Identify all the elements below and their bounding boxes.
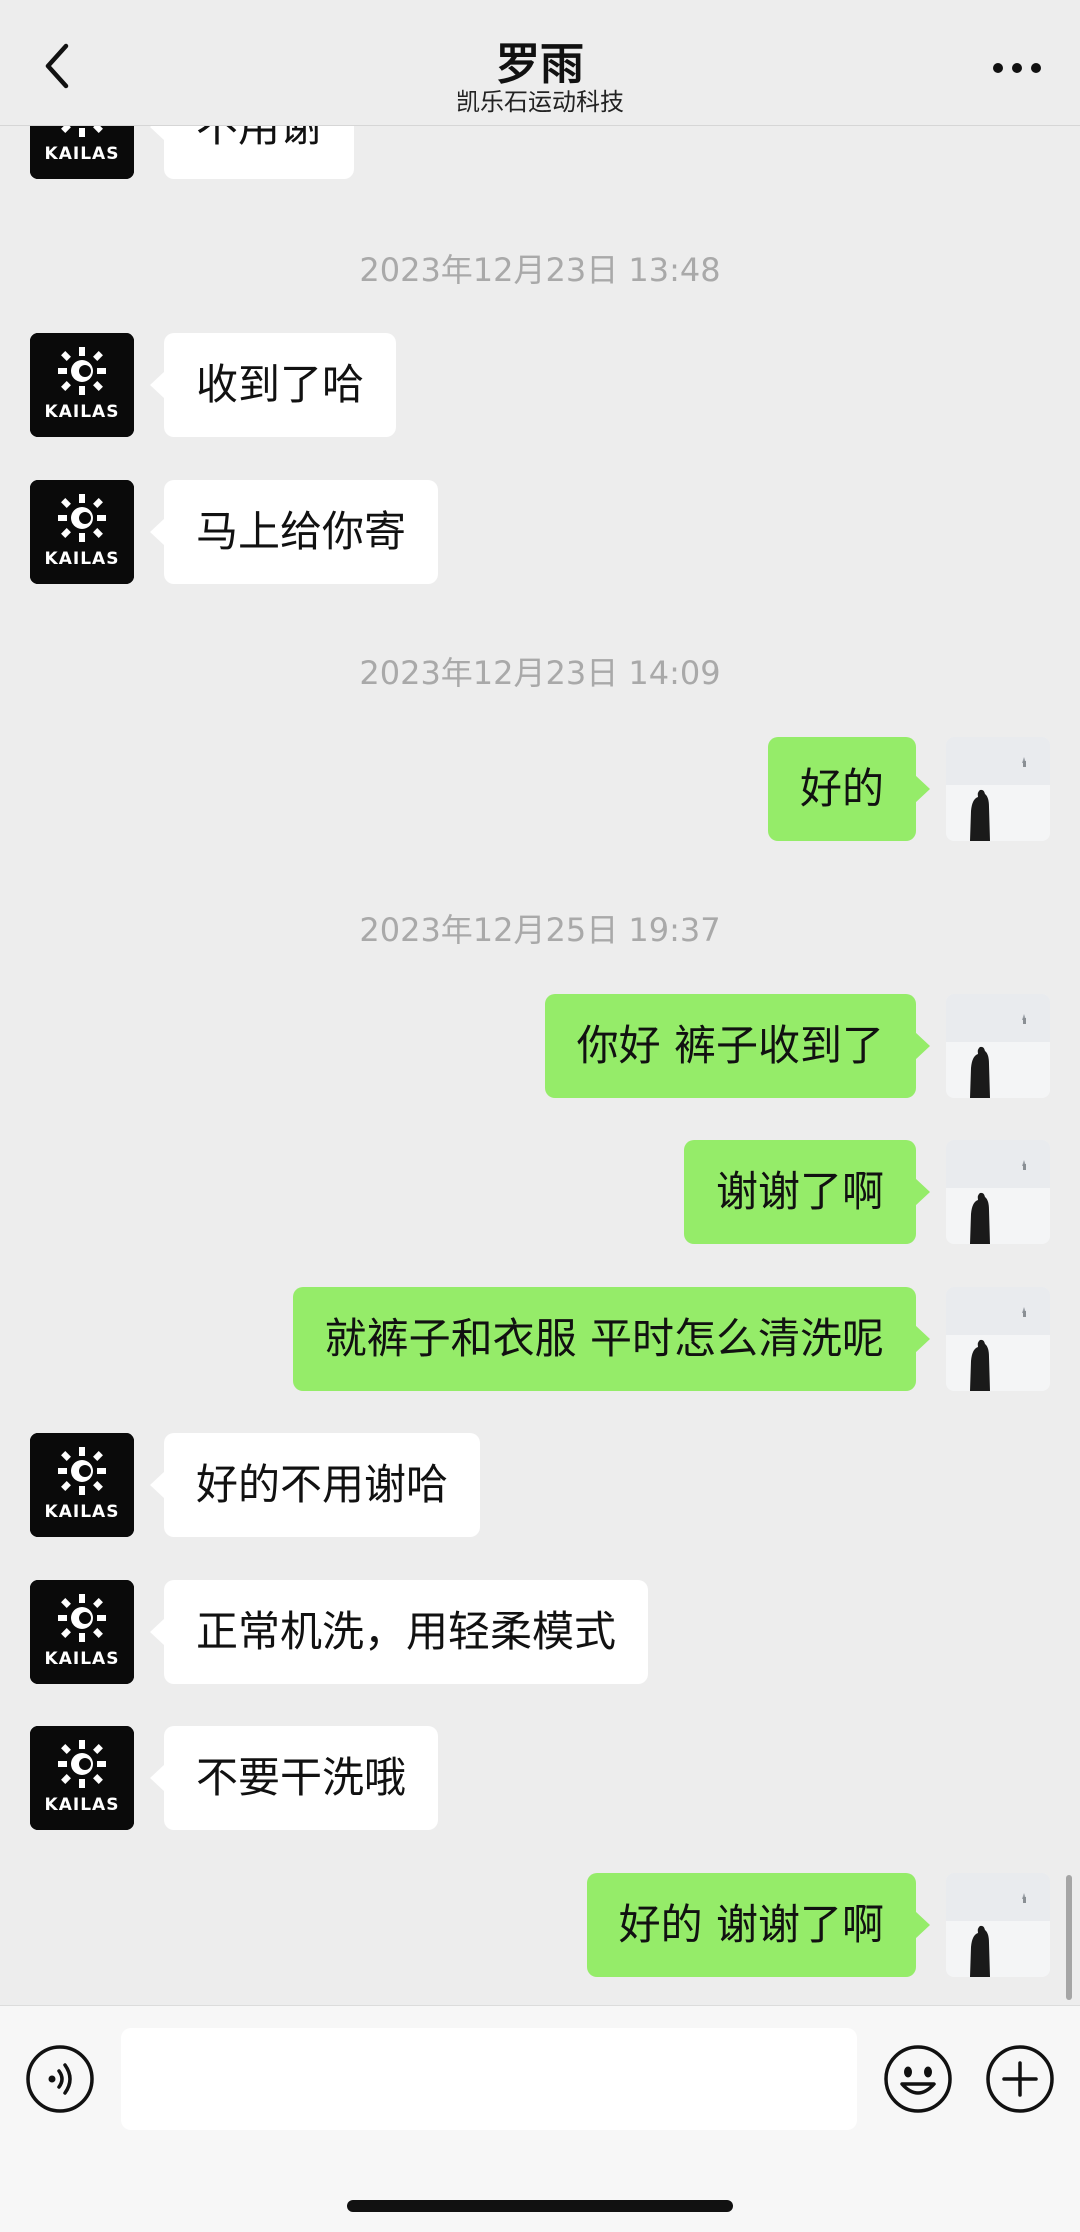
contact-avatar[interactable] [30,1726,134,1830]
user-avatar[interactable] [946,994,1050,1098]
contact-avatar[interactable] [30,333,134,437]
message-row-outgoing: 谢谢了啊 [0,1140,1080,1244]
more-dots-icon [992,59,1042,78]
plus-button[interactable] [985,2044,1055,2114]
plus-icon [985,2045,1055,2118]
contact-avatar[interactable] [30,1580,134,1684]
user-avatar[interactable] [946,737,1050,841]
message-row-incoming: 好的不用谢哈 [0,1433,1080,1537]
message-row-outgoing: 你好 裤子收到了 [0,994,1080,1098]
message-row-incoming: 马上给你寄 [0,480,1080,584]
contact-avatar[interactable] [30,480,134,584]
contact-avatar[interactable] [30,1433,134,1537]
message-bubble[interactable]: 你好 裤子收到了 [544,994,931,1098]
timestamp: 2023年12月25日 19:37 [359,911,721,949]
chat-subtitle: 凯乐石运动科技 [456,88,624,116]
user-avatar[interactable] [946,1140,1050,1244]
message-row-incoming: 不要干洗哦 [0,1726,1080,1830]
voice-icon [25,2045,95,2118]
message-bubble[interactable]: 谢谢了啊 [683,1140,931,1244]
message-row-outgoing: 好的 [0,737,1080,841]
user-avatar[interactable] [946,1287,1050,1391]
home-indicator[interactable] [347,2200,733,2212]
emoji-icon [883,2045,953,2118]
user-avatar[interactable] [946,1873,1050,1977]
message-bubble[interactable]: 马上给你寄 [149,480,439,584]
chat-header: 罗雨 凯乐石运动科技 [0,0,1080,126]
input-bar [0,2005,1080,2232]
voice-button[interactable] [25,2044,95,2114]
timestamp: 2023年12月23日 14:09 [359,654,721,692]
message-row-incoming: 收到了哈 [0,333,1080,437]
message-bubble[interactable]: 正常机洗，用轻柔模式 [149,1580,649,1684]
message-bubble[interactable]: 好的 [767,737,931,841]
more-button[interactable] [982,46,1052,90]
message-row-outgoing: 好的 谢谢了啊 [0,1873,1080,1977]
scrollbar[interactable] [1066,1875,1072,2000]
timestamp: 2023年12月23日 13:48 [359,251,721,289]
emoji-button[interactable] [883,2044,953,2114]
message-input[interactable] [121,2028,857,2130]
message-row-outgoing: 就裤子和衣服 平时怎么清洗呢 [0,1287,1080,1391]
message-bubble[interactable]: 好的 谢谢了啊 [586,1873,931,1977]
message-row-incoming: 正常机洗，用轻柔模式 [0,1580,1080,1684]
chat-area[interactable]: 不用谢 2023年12月23日 13:48 收到了哈 马上给你寄 2023年12… [0,0,1080,2005]
message-bubble[interactable]: 不要干洗哦 [149,1726,439,1830]
message-bubble[interactable]: 就裤子和衣服 平时怎么清洗呢 [292,1287,931,1391]
message-bubble[interactable]: 好的不用谢哈 [149,1433,481,1537]
message-bubble[interactable]: 收到了哈 [149,333,397,437]
